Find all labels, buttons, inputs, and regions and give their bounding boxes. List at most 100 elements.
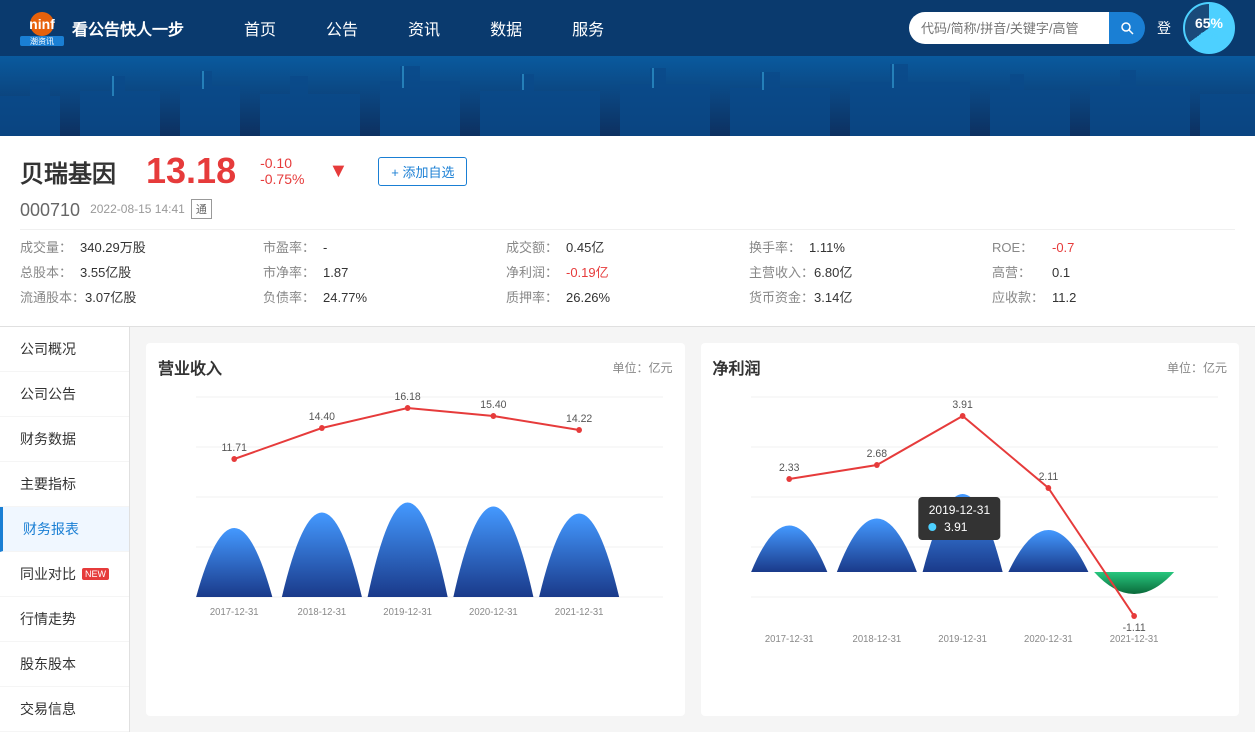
detail-debt: 负债率： 24.77% [263,288,506,309]
svg-text:潮资讯: 潮资讯 [30,36,54,46]
svg-text:2018-12-31: 2018-12-31 [852,634,901,645]
svg-text:2018-12-31: 2018-12-31 [298,607,347,618]
svg-text:3.91: 3.91 [952,399,972,411]
revenue-chart-title: 营业收入 [158,355,222,379]
stock-code: 000710 [20,200,80,221]
nav-news[interactable]: 资讯 [408,12,440,44]
stock-info: 贝瑞基因 13.18 -0.10 -0.75% ▼ + 添加自选 000710 … [0,136,1255,327]
sidebar-item-finance[interactable]: 财务数据 [0,417,129,462]
revenue-chart-header: 营业收入 单位：亿元 [158,355,673,379]
sidebar-item-financial-report[interactable]: 财务报表 [0,507,129,552]
profit-chart-unit: 单位：亿元 [1167,359,1227,376]
sidebar-item-indicators[interactable]: 主要指标 [0,462,129,507]
tagline: 看公告快人一步 [72,16,184,40]
detail-roe: ROE： -0.7 [992,238,1235,259]
svg-text:15.40: 15.40 [480,399,506,411]
svg-text:2019-12-31: 2019-12-31 [383,607,432,618]
detail-volume: 成交量： 340.29万股 [20,238,263,259]
revenue-chart-unit: 单位：亿元 [612,359,672,376]
detail-total-shares: 总股本： 3.55亿股 [20,263,263,284]
stock-type-tag: 通 [191,199,212,219]
detail-revenue: 主营收入： 6.80亿 [749,263,992,284]
volume-value: 340.29万股 [80,238,146,259]
total-shares-value: 3.55亿股 [80,263,131,284]
pledge-value: 26.26% [566,288,610,309]
city-banner [0,56,1255,136]
profit-chart-svg: 2.33 2.68 3.91 2.11 -1.11 [713,387,1228,647]
detail-receivable: 应收款： 11.2 [992,288,1235,309]
svg-text:2020-12-31: 2020-12-31 [1024,634,1073,645]
receivable-value: 11.2 [1052,288,1076,309]
speed-sub: 0K/s [1200,31,1218,41]
amount-value: 0.45亿 [566,238,604,259]
sidebar-item-trading[interactable]: 交易信息 [0,687,129,732]
sidebar-item-peer-compare[interactable]: 同业对比 NEW [0,552,129,597]
detail-pe: 市盈率： - [263,238,506,259]
net-profit-value: -0.19亿 [566,263,609,284]
sidebar: 公司概况 公司公告 财务数据 主要指标 财务报表 同业对比 NEW 行情走势 股… [0,327,130,732]
sidebar-item-overview[interactable]: 公司概况 [0,327,129,372]
detail-pb: 市净率： 1.87 [263,263,506,284]
search-icon [1120,21,1134,35]
revenue-chart-svg: 11.71 14.40 16.18 15.40 14.22 [158,387,673,647]
fe-value: 0.1 [1052,263,1070,284]
svg-text:2020-12-31: 2020-12-31 [469,607,518,618]
search-area: 登 65% 0K/s [909,2,1235,54]
sidebar-item-shareholders[interactable]: 股东股本 [0,642,129,687]
turnover-value: 1.11% [809,238,845,259]
stock-header: 贝瑞基因 13.18 -0.10 -0.75% ▼ + 添加自选 [20,150,1235,192]
detail-fe: 高营： 0.1 [992,263,1235,284]
pb-value: 1.87 [323,263,348,284]
svg-text:2.33: 2.33 [779,462,799,474]
profit-chart: 净利润 单位：亿元 [701,343,1240,716]
svg-text:2021-12-31: 2021-12-31 [555,607,604,618]
stock-datetime: 2022-08-15 14:41 [90,202,185,216]
detail-float-shares: 流通股本： 3.07亿股 [20,288,263,309]
speed-percent: 65% [1195,15,1223,32]
svg-text:11.71: 11.71 [222,442,247,454]
svg-text:2021-12-31: 2021-12-31 [1109,634,1158,645]
search-input[interactable] [909,12,1109,44]
stock-change: -0.10 -0.75% [260,155,304,187]
new-badge: NEW [82,568,109,580]
profit-chart-area: 2.33 2.68 3.91 2.11 -1.11 [713,387,1228,647]
detail-col-5: ROE： -0.7 高营： 0.1 应收款： 11.2 [992,238,1235,312]
detail-col-3: 成交额： 0.45亿 净利润： -0.19亿 质押率： 26.26% [506,238,749,312]
main-content: 营业收入 单位：亿元 [130,327,1255,732]
svg-text:16.18: 16.18 [395,391,421,403]
add-to-watchlist-button[interactable]: + 添加自选 [378,157,467,186]
detail-col-4: 换手率： 1.11% 主营收入： 6.80亿 货币资金： 3.14亿 [749,238,992,312]
svg-text:2019-12-31: 2019-12-31 [938,634,987,645]
detail-pledge: 质押率： 26.26% [506,288,749,309]
detail-col-1: 成交量： 340.29万股 总股本： 3.55亿股 流通股本： 3.07亿股 [20,238,263,312]
float-shares-value: 3.07亿股 [85,288,136,309]
detail-net-profit: 净利润： -0.19亿 [506,263,749,284]
stock-name: 贝瑞基因 [20,154,116,189]
logo-area: ninf 潮资讯 看公告快人一步 [20,10,184,46]
svg-text:14.22: 14.22 [566,413,592,425]
search-button[interactable] [1109,12,1145,44]
nav-service[interactable]: 服务 [572,12,604,44]
sidebar-item-announce[interactable]: 公司公告 [0,372,129,417]
detail-turnover: 换手率： 1.11% [749,238,992,259]
stock-details: 成交量： 340.29万股 总股本： 3.55亿股 流通股本： 3.07亿股 市… [20,229,1235,312]
main-nav: 首页 公告 资讯 数据 服务 [244,12,604,44]
stock-change-pct: -0.75% [260,171,304,187]
detail-col-2: 市盈率： - 市净率： 1.87 负债率： 24.77% [263,238,506,312]
login-button[interactable]: 登 [1157,18,1171,38]
content-area: 公司概况 公司公告 财务数据 主要指标 财务报表 同业对比 NEW 行情走势 股… [0,327,1255,732]
profit-chart-title: 净利润 [713,355,761,379]
banner [0,56,1255,136]
sidebar-item-trend[interactable]: 行情走势 [0,597,129,642]
detail-cash: 货币资金： 3.14亿 [749,288,992,309]
nav-data[interactable]: 数据 [490,12,522,44]
roe-value: -0.7 [1052,238,1074,259]
stock-price: 13.18 [146,150,236,192]
stock-change-abs: -0.10 [260,155,292,171]
revenue-chart-area: 11.71 14.40 16.18 15.40 14.22 [158,387,673,647]
down-arrow-icon: ▼ [328,160,348,183]
nav-announce[interactable]: 公告 [326,12,358,44]
nav-home[interactable]: 首页 [244,12,276,44]
svg-text:ninf: ninf [29,16,55,32]
revenue-value: 6.80亿 [814,263,852,284]
